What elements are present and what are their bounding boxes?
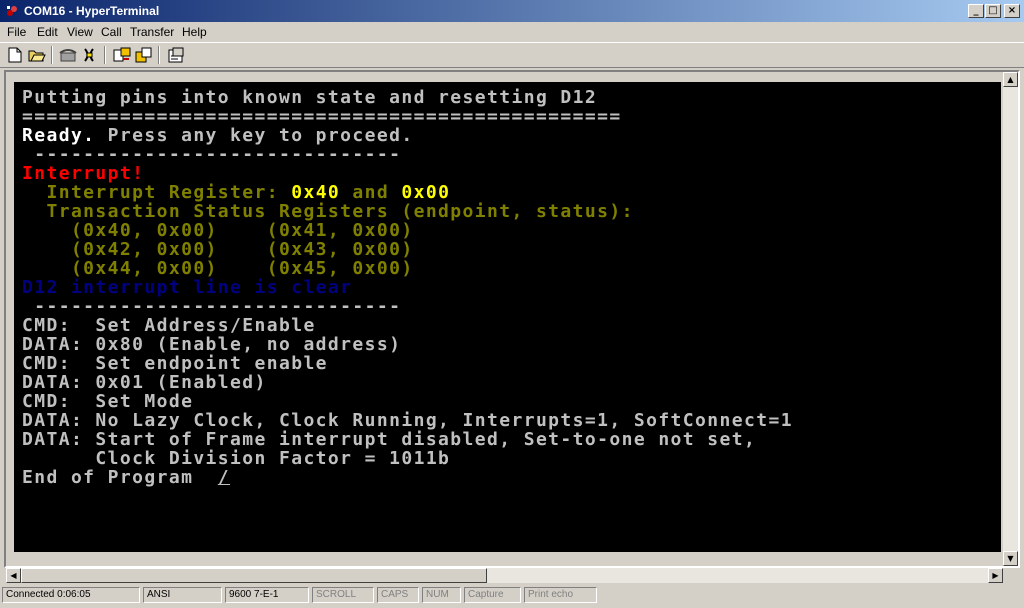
terminal-text: Clock Division Factor = 1011b [22, 448, 451, 469]
terminal-line: Interrupt! [22, 164, 793, 183]
menu-file[interactable]: File [7, 25, 26, 39]
terminal-text: CMD: Set Mode [22, 391, 194, 412]
vertical-scrollbar[interactable]: ▲ ▼ [1003, 72, 1018, 566]
title-bar[interactable]: COM16 - HyperTerminal _ □ × [0, 0, 1024, 22]
terminal-line: CMD: Set endpoint enable [22, 354, 793, 373]
status-connected: Connected 0:06:05 [2, 587, 140, 603]
terminal-text: Putting pins into known state and resett… [22, 87, 598, 108]
terminal-text: Interrupt! [22, 163, 145, 184]
menu-help[interactable]: Help [182, 25, 207, 39]
toolbar-separator [104, 46, 106, 64]
terminal-line: Ready. Press any key to proceed. [22, 126, 793, 145]
status-caps: CAPS [377, 587, 419, 603]
menu-edit[interactable]: Edit [37, 25, 58, 39]
terminal-line: Interrupt Register: 0x40 and 0x00 [22, 183, 793, 202]
terminal-segment: and [340, 182, 402, 203]
terminal-line: D12 interrupt line is clear [22, 278, 793, 297]
terminal-line: End of Program / [22, 468, 793, 487]
terminal-text: CMD: Set Address/Enable [22, 315, 316, 336]
terminal-text: D12 interrupt line is clear [22, 277, 353, 298]
menu-view[interactable]: View [67, 25, 93, 39]
menu-bar: File Edit View Call Transfer Help [0, 23, 1024, 41]
status-emulation: ANSI [143, 587, 222, 603]
terminal-line: DATA: 0x01 (Enabled) [22, 373, 793, 392]
terminal-text: CMD: Set endpoint enable [22, 353, 328, 374]
terminal-segment: Interrupt Register: [22, 182, 292, 203]
terminal-text: ------------------------------ [22, 144, 402, 165]
phone-icon[interactable] [58, 45, 78, 65]
terminal-text: End of Program [22, 467, 218, 488]
send-icon[interactable] [112, 45, 132, 65]
terminal-line: CMD: Set Mode [22, 392, 793, 411]
terminal-line: Putting pins into known state and resett… [22, 88, 793, 107]
terminal-line: (0x44, 0x00) (0x45, 0x00) [22, 259, 793, 278]
terminal-text: (0x40, 0x00) (0x41, 0x00) [22, 220, 414, 241]
minimize-button[interactable]: _ [968, 4, 984, 18]
terminal-line: (0x40, 0x00) (0x41, 0x00) [22, 221, 793, 240]
menu-call[interactable]: Call [101, 25, 122, 39]
terminal-segment: 0x40 [291, 182, 341, 203]
terminal-segment: 0x00 [401, 182, 451, 203]
terminal-text: DATA: 0x80 (Enable, no address) [22, 334, 402, 355]
terminal-output: Putting pins into known state and resett… [22, 88, 793, 487]
terminal-text: (0x44, 0x00) (0x45, 0x00) [22, 258, 414, 279]
terminal-line: ------------------------------ [22, 297, 793, 316]
window-title: COM16 - HyperTerminal [24, 4, 160, 18]
terminal-line: DATA: No Lazy Clock, Clock Running, Inte… [22, 411, 793, 430]
terminal-cursor: / [217, 467, 231, 488]
menu-transfer[interactable]: Transfer [130, 25, 174, 39]
status-port-settings: 9600 7-E-1 [225, 587, 309, 603]
scroll-left-icon[interactable]: ◀ [6, 568, 21, 583]
status-num: NUM [422, 587, 461, 603]
terminal-screen[interactable]: Putting pins into known state and resett… [14, 82, 1001, 552]
terminal-line: DATA: Start of Frame interrupt disabled,… [22, 430, 793, 449]
status-capture: Capture [464, 587, 521, 603]
receive-icon[interactable] [134, 45, 154, 65]
open-icon[interactable] [27, 45, 47, 65]
terminal-line: CMD: Set Address/Enable [22, 316, 793, 335]
terminal-segment: Press any key to proceed. [95, 125, 414, 146]
hyperterminal-icon [7, 6, 17, 16]
terminal-text: DATA: 0x01 (Enabled) [22, 372, 267, 393]
terminal-text: ========================================… [22, 106, 622, 127]
close-button[interactable]: × [1004, 4, 1020, 18]
maximize-button[interactable]: □ [985, 4, 1001, 18]
properties-icon[interactable] [166, 45, 186, 65]
toolbar [0, 42, 1024, 68]
horizontal-scroll-thumb[interactable] [21, 568, 487, 583]
terminal-text: DATA: No Lazy Clock, Clock Running, Inte… [22, 410, 793, 431]
scroll-down-icon[interactable]: ▼ [1003, 551, 1018, 566]
status-bar: Connected 0:06:05 ANSI 9600 7-E-1 SCROLL… [0, 586, 1024, 608]
status-scroll: SCROLL [312, 587, 374, 603]
scroll-up-icon[interactable]: ▲ [1003, 72, 1018, 87]
terminal-line: ========================================… [22, 107, 793, 126]
toolbar-separator [51, 46, 53, 64]
disconnect-icon[interactable] [80, 45, 100, 65]
status-print-echo: Print echo [524, 587, 597, 603]
terminal-text: Transaction Status Registers (endpoint, … [22, 201, 634, 222]
size-grip [1003, 568, 1018, 583]
terminal-text: DATA: Start of Frame interrupt disabled,… [22, 429, 757, 450]
horizontal-scrollbar[interactable]: ◀ ▶ [6, 568, 1003, 583]
terminal-segment: Ready. [22, 125, 96, 146]
scroll-right-icon[interactable]: ▶ [988, 568, 1003, 583]
terminal-line: DATA: 0x80 (Enable, no address) [22, 335, 793, 354]
toolbar-separator [158, 46, 160, 64]
terminal-text: ------------------------------ [22, 296, 402, 317]
terminal-line: Clock Division Factor = 1011b [22, 449, 793, 468]
new-icon[interactable] [5, 45, 25, 65]
terminal-text: (0x42, 0x00) (0x43, 0x00) [22, 239, 414, 260]
terminal-line: ------------------------------ [22, 145, 793, 164]
terminal-line: (0x42, 0x00) (0x43, 0x00) [22, 240, 793, 259]
terminal-line: Transaction Status Registers (endpoint, … [22, 202, 793, 221]
